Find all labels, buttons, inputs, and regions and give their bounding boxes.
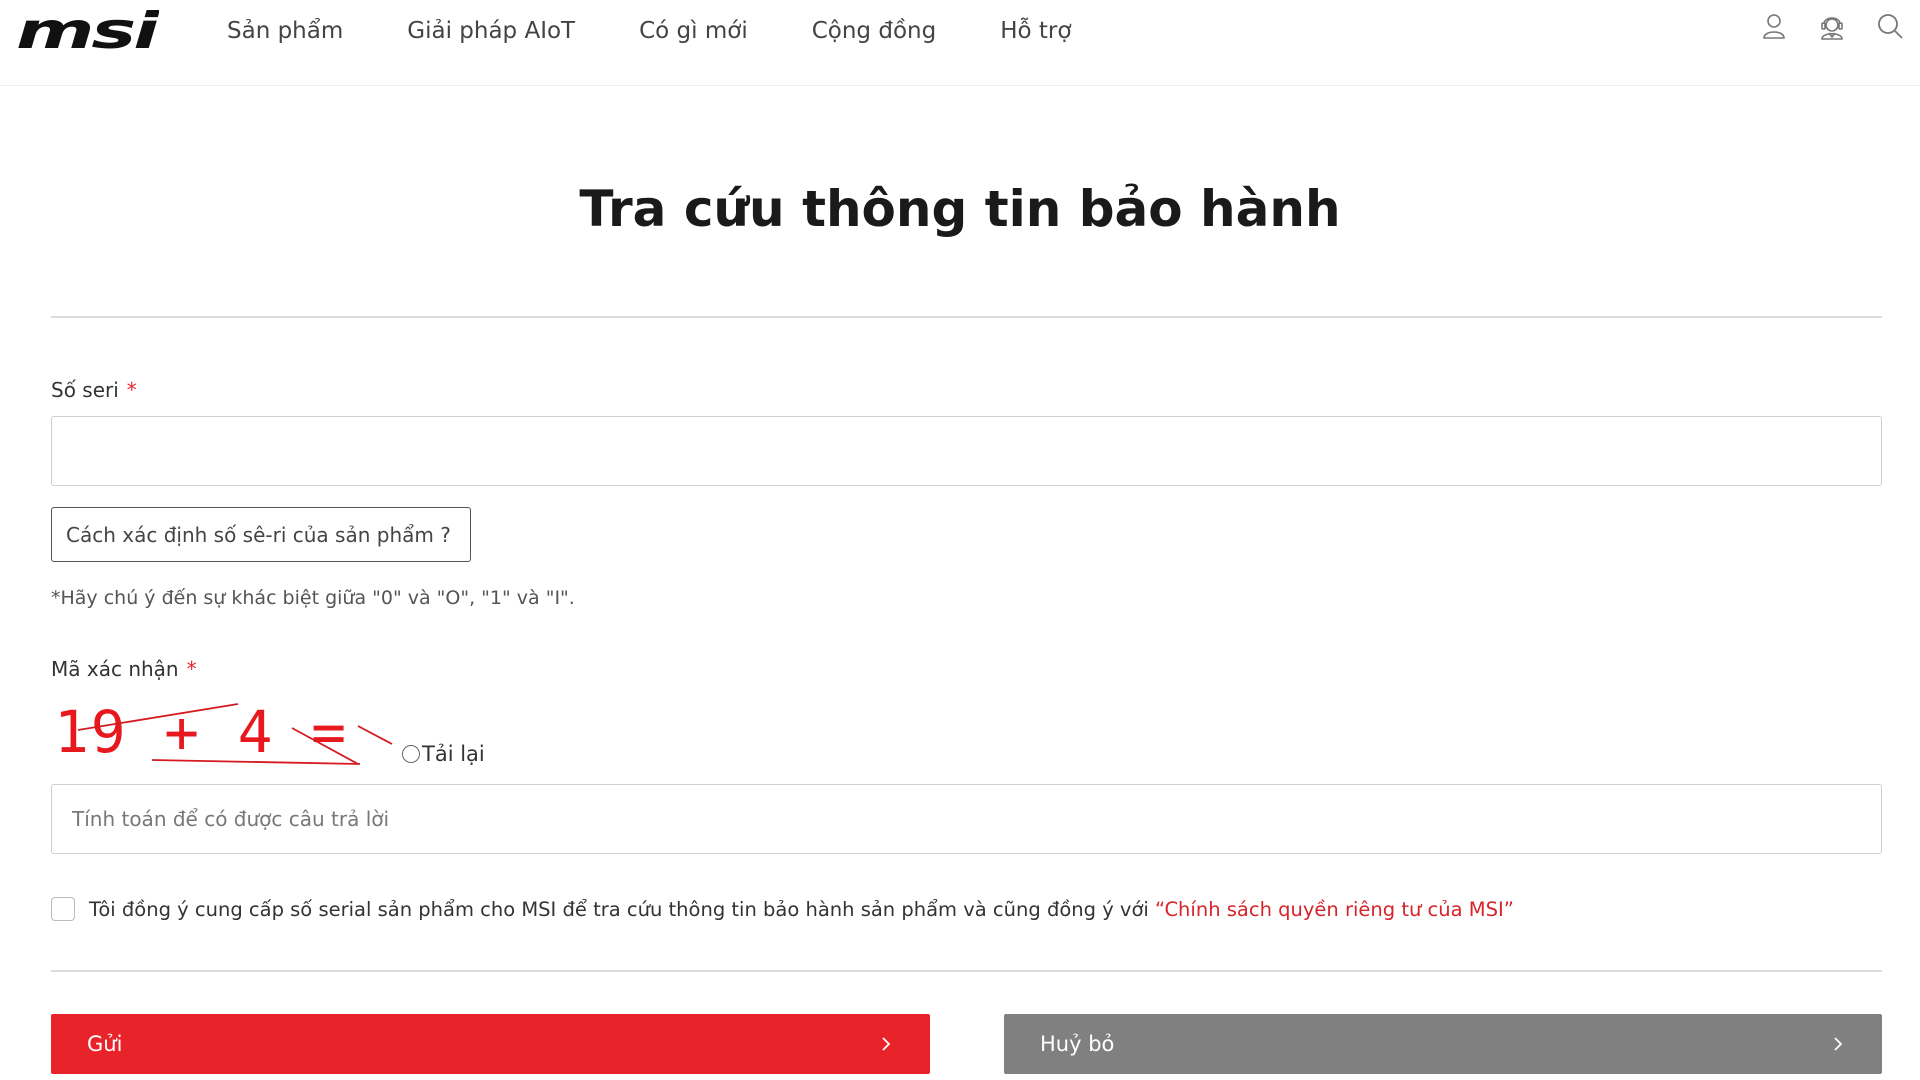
consent-statement: Tôi đồng ý cung cấp số serial sản phẩm c… — [89, 897, 1156, 921]
search-icon[interactable] — [1876, 12, 1904, 40]
support-agent-icon[interactable] — [1818, 12, 1846, 40]
site-header: msi Sản phẩm Giải pháp AIoT Có gì mới Cộ… — [0, 0, 1920, 86]
serial-help-button[interactable]: Cách xác định số sê-ri của sản phẩm ? — [51, 507, 471, 562]
main-nav: Sản phẩm Giải pháp AIoT Có gì mới Cộng đ… — [227, 0, 1071, 62]
msi-logo[interactable]: msi — [14, 6, 159, 56]
page-title: Tra cứu thông tin bảo hành — [579, 180, 1341, 238]
cancel-button-label: Huỷ bỏ — [1040, 1032, 1115, 1056]
captcha-image: 19 + 4 = — [54, 698, 393, 766]
nav-community[interactable]: Cộng đồng — [812, 18, 936, 44]
serial-input[interactable] — [51, 416, 1882, 486]
nav-products[interactable]: Sản phẩm — [227, 18, 343, 44]
chevron-right-icon — [1834, 1037, 1843, 1051]
privacy-policy-link[interactable]: “Chính sách quyền riêng tư của MSI” — [1155, 898, 1514, 921]
consent-row: Tôi đồng ý cung cấp số serial sản phẩm c… — [51, 897, 1514, 921]
consent-text: Tôi đồng ý cung cấp số serial sản phẩm c… — [89, 898, 1514, 921]
logo-text: msi — [16, 6, 159, 56]
nav-support[interactable]: Hỗ trợ — [1000, 18, 1071, 44]
captcha-answer-input[interactable] — [51, 784, 1882, 854]
serial-note: *Hãy chú ý đến sự khác biệt giữa "0" và … — [51, 587, 575, 609]
cancel-button[interactable]: Huỷ bỏ — [1004, 1014, 1882, 1074]
captcha-reload-button[interactable]: Tải lại — [402, 742, 485, 766]
nav-aiot-solutions[interactable]: Giải pháp AIoT — [407, 18, 575, 44]
serial-label-text: Số seri — [51, 378, 119, 402]
serial-label: Số seri * — [51, 378, 137, 402]
form-divider — [51, 970, 1882, 972]
user-icon[interactable] — [1760, 12, 1788, 40]
reload-icon — [402, 745, 420, 763]
consent-checkbox[interactable] — [51, 897, 75, 921]
title-divider — [51, 316, 1882, 318]
captcha-label-text: Mã xác nhận — [51, 657, 179, 681]
captcha-label: Mã xác nhận * — [51, 657, 197, 681]
captcha-required-mark: * — [186, 657, 197, 681]
header-icons — [1760, 12, 1904, 40]
captcha-expression: 19 + 4 = — [54, 698, 346, 766]
serial-required-mark: * — [126, 378, 137, 402]
nav-whats-new[interactable]: Có gì mới — [639, 18, 748, 44]
captcha-reload-label: Tải lại — [422, 742, 485, 766]
chevron-right-icon — [882, 1037, 891, 1051]
submit-button-label: Gửi — [87, 1032, 123, 1056]
submit-button[interactable]: Gửi — [51, 1014, 930, 1074]
